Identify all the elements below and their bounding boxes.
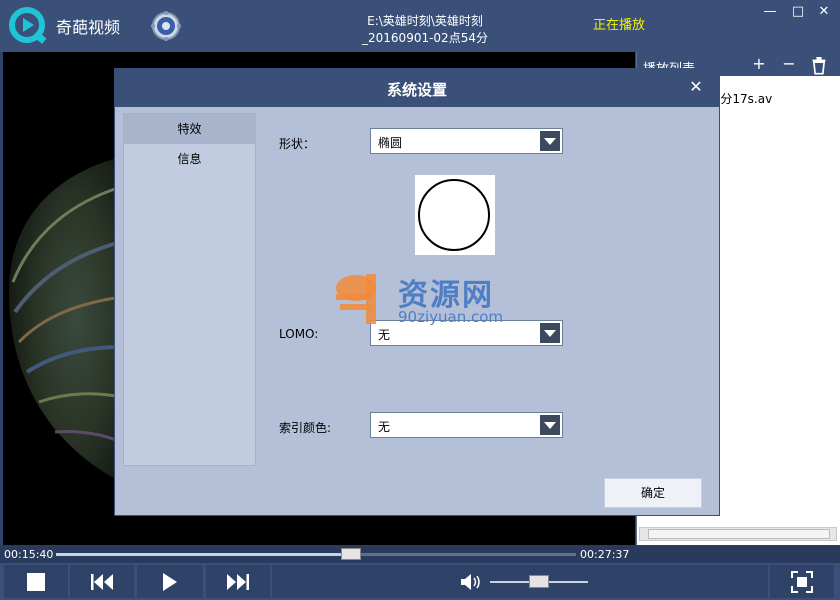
volume-icon[interactable]: [460, 573, 482, 591]
skip-back-icon: [91, 573, 113, 590]
index-color-select-value: 无: [378, 420, 391, 434]
previous-button[interactable]: [70, 565, 134, 598]
file-title-line1: E:\英雄时刻\英雄时刻: [367, 14, 483, 28]
dialog-header: 系统设置 ✕: [115, 69, 719, 107]
chevron-down-icon[interactable]: [540, 415, 560, 435]
dialog-close-button[interactable]: ✕: [687, 78, 705, 96]
ellipse-preview-icon: [418, 179, 490, 251]
watermark-logo-icon: [336, 274, 376, 324]
play-icon: [163, 572, 177, 591]
current-time: 00:15:40: [4, 548, 54, 561]
index-color-select[interactable]: 无: [370, 412, 563, 438]
stop-button[interactable]: [4, 565, 68, 598]
shape-label: 形状：: [279, 137, 316, 151]
stop-icon: [27, 572, 45, 591]
ok-button[interactable]: 确定: [604, 478, 702, 508]
watermark: 资源网 90ziyuan.com: [330, 270, 530, 332]
seek-bar-thumb[interactable]: [341, 548, 361, 560]
shape-select-value: 椭圆: [378, 136, 403, 150]
shape-select[interactable]: 椭圆: [370, 128, 563, 154]
close-window-button[interactable]: ✕: [814, 4, 834, 20]
nav-item-info[interactable]: 信息: [124, 144, 255, 174]
next-button[interactable]: [206, 565, 270, 598]
chevron-down-icon[interactable]: [540, 323, 560, 343]
playback-status: 正在播放: [593, 18, 646, 33]
fullscreen-button[interactable]: [770, 565, 834, 598]
total-time: 00:27:37: [580, 548, 630, 561]
seek-bar[interactable]: [56, 548, 576, 560]
volume-slider[interactable]: [490, 575, 588, 588]
maximize-button[interactable]: □: [788, 4, 808, 20]
fullscreen-icon: [791, 570, 813, 593]
settings-gear-icon[interactable]: [150, 10, 182, 42]
volume-slider-thumb[interactable]: [529, 575, 549, 588]
watermark-url: 90ziyuan.com: [398, 308, 504, 326]
trash-icon[interactable]: [809, 57, 829, 75]
shape-preview: [415, 175, 495, 255]
scrollbar-thumb[interactable]: [648, 529, 830, 539]
file-title-line2: _20160901-02点54分: [362, 31, 488, 45]
settings-nav: 特效 信息: [123, 113, 256, 466]
seek-bar-fill: [56, 553, 351, 556]
app-logo-icon: [9, 7, 47, 44]
playlist-horizontal-scrollbar[interactable]: [639, 527, 837, 541]
index-color-label: 索引颜色:: [279, 421, 332, 435]
app-name: 奇葩视频: [56, 18, 121, 37]
skip-forward-icon: [227, 573, 249, 590]
file-title: E:\英雄时刻\英雄时刻 _20160901-02点54分: [320, 13, 530, 47]
control-bar: [0, 563, 840, 600]
nav-item-effects[interactable]: 特效: [124, 114, 255, 144]
dialog-title: 系统设置: [386, 81, 447, 99]
playlist-add-button[interactable]: +: [749, 55, 769, 73]
minimize-button[interactable]: —: [760, 4, 780, 20]
play-button[interactable]: [137, 565, 203, 598]
lomo-label: LOMO:: [279, 327, 319, 341]
title-bar: 奇葩视频 E:\英雄时刻\英雄时刻 _20160901-02点54分 正在播放 …: [0, 0, 840, 52]
chevron-down-icon[interactable]: [540, 131, 560, 151]
playlist-remove-button[interactable]: −: [779, 55, 799, 73]
progress-row: 00:15:40 00:27:37: [0, 545, 840, 563]
